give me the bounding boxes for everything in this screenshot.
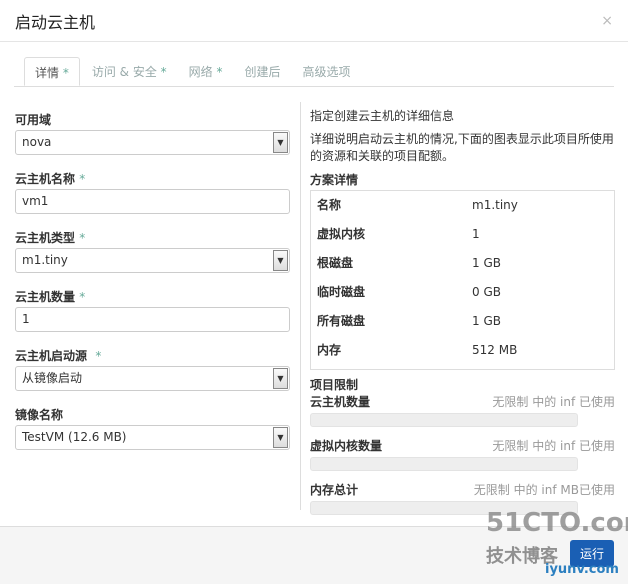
table-row: 所有磁盘 1 GB — [311, 307, 614, 336]
label-text: 云主机启动源 — [15, 349, 88, 363]
label-text: 云主机名称 — [15, 172, 76, 186]
watermark-url: iyunv.com — [545, 562, 619, 577]
watermark-logo: 51CTO.com — [486, 508, 628, 538]
modal-header: 启动云主机 × — [0, 0, 628, 42]
boot-source-select[interactable]: 从镜像启动 ▼ — [15, 366, 290, 391]
tab-label: 高级选项 — [302, 65, 351, 79]
required-star: * — [216, 65, 223, 79]
tab-label: 详情 — [35, 66, 60, 80]
tab-bar: 详情 * 访问 & 安全 * 网络 * 创建后 高级选项 — [14, 57, 614, 87]
zone-select[interactable]: nova ▼ — [15, 130, 290, 155]
row-key: 所有磁盘 — [317, 314, 366, 328]
row-key: 名称 — [317, 198, 342, 212]
row-value: 1 GB — [472, 314, 501, 328]
launch-form: 可用域 nova ▼ 云主机名称 * vm1 云主机类型 * m1.tiny ▼ 云… — [15, 102, 290, 464]
required-star: * — [95, 349, 102, 363]
table-row: 虚拟内核 1 — [311, 220, 614, 249]
required-star: * — [62, 66, 69, 80]
row-value: m1.tiny — [472, 198, 518, 212]
label-text: 云主机类型 — [15, 231, 76, 245]
tab-post-creation[interactable]: 创建后 — [235, 57, 291, 86]
row-value: 1 GB — [472, 256, 501, 270]
flavor-label: 云主机类型 * — [15, 228, 290, 248]
tab-label: 访问 & 安全 — [91, 65, 157, 79]
project-limits-title: 项目限制 — [310, 378, 359, 392]
limit-row: 云主机数量 无限制 中的 inf 已使用 — [310, 393, 615, 410]
chevron-down-icon: ▼ — [273, 132, 288, 153]
image-label: 镜像名称 — [15, 408, 64, 422]
tab-advanced-options[interactable]: 高级选项 — [293, 57, 361, 86]
row-value: 512 MB — [472, 343, 518, 357]
info-intro: 指定创建云主机的详细信息 — [310, 109, 455, 123]
name-label: 云主机名称 * — [15, 169, 290, 189]
modal-title: 启动云主机 — [15, 12, 96, 32]
select-value: nova — [22, 135, 52, 149]
required-star: * — [79, 290, 86, 304]
limit-value: 无限制 中的 inf 已使用 — [492, 439, 615, 453]
limit-label: 云主机数量 — [310, 395, 371, 409]
limit-value: 无限制 中的 inf 已使用 — [492, 395, 615, 409]
instance-count-input[interactable]: 1 — [15, 307, 290, 332]
label-text: 云主机数量 — [15, 290, 76, 304]
instance-name-input[interactable]: vm1 — [15, 189, 290, 214]
row-key: 虚拟内核 — [317, 227, 366, 241]
tab-label: 创建后 — [244, 65, 281, 79]
chevron-down-icon: ▼ — [273, 368, 288, 389]
close-icon[interactable]: × — [601, 13, 613, 29]
info-description: 详细说明启动云主机的情况,下面的图表显示此项目所使用的资源和关联的项目配额。 — [310, 132, 614, 163]
limit-row: 虚拟内核数量 无限制 中的 inf 已使用 — [310, 437, 615, 454]
limit-value: 无限制 中的 inf MB已使用 — [473, 483, 615, 497]
limit-label: 虚拟内核数量 — [310, 439, 383, 453]
project-limits: 项目限制 云主机数量 无限制 中的 inf 已使用 虚拟内核数量 无限制 中的 in… — [310, 376, 615, 515]
select-value: 从镜像启动 — [22, 371, 83, 385]
select-value: m1.tiny — [22, 253, 68, 267]
chevron-down-icon: ▼ — [273, 427, 288, 448]
table-row: 内存 512 MB — [311, 336, 614, 365]
info-panel: 指定创建云主机的详细信息 详细说明启动云主机的情况,下面的图表显示此项目所使用的… — [310, 108, 615, 525]
required-star: * — [79, 231, 86, 245]
chevron-down-icon: ▼ — [273, 250, 288, 271]
table-row: 临时磁盘 0 GB — [311, 278, 614, 307]
row-value: 0 GB — [472, 285, 501, 299]
limit-label: 内存总计 — [310, 483, 359, 497]
input-value: vm1 — [22, 194, 49, 208]
flavor-details-table[interactable]: 名称 m1.tiny 虚拟内核 1 根磁盘 1 GB 临时磁盘 0 GB 所有磁盘 1 G… — [310, 190, 615, 370]
row-key: 根磁盘 — [317, 256, 354, 270]
flavor-select[interactable]: m1.tiny ▼ — [15, 248, 290, 273]
tab-access-security[interactable]: 访问 & 安全 * — [82, 57, 177, 86]
row-value: 1 — [472, 227, 480, 241]
boot-source-label: 云主机启动源 * — [15, 346, 290, 366]
input-value: 1 — [22, 312, 30, 326]
select-value: TestVM (12.6 MB) — [22, 430, 127, 444]
image-select[interactable]: TestVM (12.6 MB) ▼ — [15, 425, 290, 450]
required-star: * — [160, 65, 167, 79]
tab-networking[interactable]: 网络 * — [179, 57, 233, 86]
count-label: 云主机数量 * — [15, 287, 290, 307]
zone-label: 可用域 — [15, 113, 52, 127]
instances-progress-bar — [310, 413, 578, 427]
tab-label: 网络 — [188, 65, 213, 79]
table-row: 根磁盘 1 GB — [311, 249, 614, 278]
vcpus-progress-bar — [310, 457, 578, 471]
row-key: 内存 — [317, 343, 342, 357]
table-row: 名称 m1.tiny — [311, 191, 614, 220]
limit-row: 内存总计 无限制 中的 inf MB已使用 — [310, 481, 615, 498]
column-divider — [300, 102, 301, 510]
flavor-details-title: 方案详情 — [310, 173, 359, 187]
required-star: * — [79, 172, 86, 186]
tab-details[interactable]: 详情 * — [24, 57, 80, 86]
row-key: 临时磁盘 — [317, 285, 366, 299]
